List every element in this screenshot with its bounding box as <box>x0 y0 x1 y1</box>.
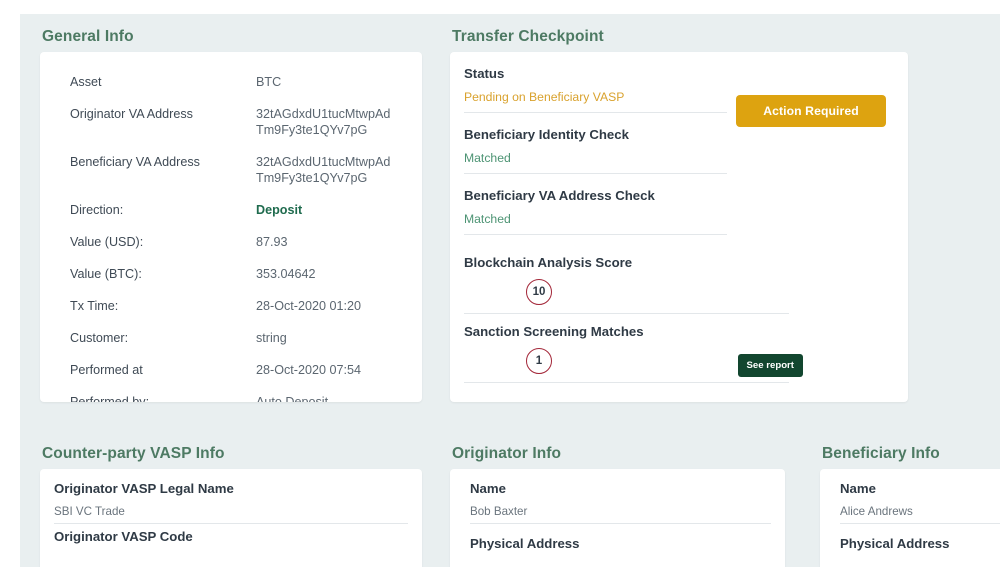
info-value: 28-Oct-2020 01:20 <box>256 298 361 314</box>
counter-party-vasp-info-section: Counter-party VASP Info Originator VASP … <box>40 445 422 567</box>
see-report-button[interactable]: See report <box>738 354 803 377</box>
field-originator-physical-address: Physical Address <box>470 536 771 565</box>
counter-party-vasp-info-title: Counter-party VASP Info <box>42 445 422 463</box>
info-value: 353.04642 <box>256 266 316 282</box>
originator-fields: Name Bob Baxter Physical Address <box>450 469 785 565</box>
info-row-direction: Direction: Deposit <box>70 202 396 218</box>
checkpoint-value: Matched <box>464 212 727 235</box>
info-row-value-usd: Value (USD): 87.93 <box>70 234 396 250</box>
checkpoint-value: Matched <box>464 151 727 174</box>
info-row-beneficiary-va-address: Beneficiary VA Address 32tAGdxdU1tucMtwp… <box>70 154 396 186</box>
checkpoint-beneficiary-va-address: Beneficiary VA Address Check Matched <box>464 188 888 235</box>
general-info-section: General Info Asset BTC Originator VA Add… <box>40 28 422 402</box>
field-label: Physical Address <box>470 536 771 551</box>
originator-info-section: Originator Info Name Bob Baxter Physical… <box>450 445 785 567</box>
beneficiary-info-card: Name Alice Andrews Physical Address <box>820 469 1000 567</box>
spacer <box>464 314 888 324</box>
field-originator-name: Name Bob Baxter <box>470 481 771 524</box>
info-value: string <box>256 330 287 346</box>
info-row-performed-at: Performed at 28-Oct-2020 07:54 <box>70 362 396 378</box>
checkpoint-sanction-screening-matches: Sanction Screening Matches 1 <box>464 324 888 383</box>
info-label: Customer: <box>70 330 256 346</box>
status-value: Pending on Beneficiary VASP <box>464 90 727 113</box>
checkpoint-beneficiary-identity: Beneficiary Identity Check Matched <box>464 127 888 174</box>
general-info-card: Asset BTC Originator VA Address 32tAGdxd… <box>40 52 422 402</box>
info-value: 87.93 <box>256 234 288 250</box>
general-info-rows: Asset BTC Originator VA Address 32tAGdxd… <box>40 52 422 402</box>
info-label: Value (BTC): <box>70 266 256 282</box>
info-label: Direction: <box>70 202 256 218</box>
info-label: Value (USD): <box>70 234 256 250</box>
checkpoint-label: Beneficiary VA Address Check <box>464 188 888 203</box>
field-value[interactable] <box>54 553 408 558</box>
blockchain-analysis-score-badge: 10 <box>526 279 552 305</box>
checkpoint-label: Blockchain Analysis Score <box>464 255 888 270</box>
info-value-direction: Deposit <box>256 202 302 218</box>
action-required-button[interactable]: Action Required <box>736 95 886 127</box>
info-row-value-btc: Value (BTC): 353.04642 <box>70 266 396 282</box>
info-label: Performed at <box>70 362 256 378</box>
field-beneficiary-name: Name Alice Andrews <box>840 481 1000 524</box>
info-value: BTC <box>256 74 281 90</box>
field-beneficiary-physical-address: Physical Address <box>840 536 1000 565</box>
beneficiary-info-section: Beneficiary Info Name Alice Andrews Phys… <box>820 445 1000 567</box>
originator-info-title: Originator Info <box>452 445 785 463</box>
info-label: Beneficiary VA Address <box>70 154 256 170</box>
info-row-asset: Asset BTC <box>70 74 396 90</box>
transfer-checkpoint-card: Status Pending on Beneficiary VASP Benef… <box>450 52 908 402</box>
field-originator-vasp-code: Originator VASP Code <box>54 529 408 558</box>
info-label: Asset <box>70 74 256 90</box>
info-row-originator-va-address: Originator VA Address 32tAGdxdU1tucMtwpA… <box>70 106 396 138</box>
field-value[interactable]: Bob Baxter <box>470 505 771 524</box>
field-originator-vasp-legal-name: Originator VASP Legal Name SBI VC Trade <box>54 481 408 524</box>
spacer <box>464 235 888 255</box>
field-value[interactable] <box>470 560 771 565</box>
field-label: Name <box>470 481 771 496</box>
info-label: Originator VA Address <box>70 106 256 122</box>
checkpoint-value-wrap: 10 <box>464 279 789 314</box>
spacer <box>464 174 888 188</box>
counter-party-fields: Originator VASP Legal Name SBI VC Trade … <box>40 469 422 558</box>
beneficiary-fields: Name Alice Andrews Physical Address <box>820 469 1000 565</box>
checkpoint-label: Status <box>464 66 888 81</box>
checkpoint-label: Beneficiary Identity Check <box>464 127 888 142</box>
field-label: Originator VASP Code <box>54 529 408 544</box>
beneficiary-info-title: Beneficiary Info <box>822 445 1000 463</box>
field-label: Name <box>840 481 1000 496</box>
field-value[interactable] <box>840 560 1000 565</box>
sanction-screening-matches-badge: 1 <box>526 348 552 374</box>
field-value[interactable]: Alice Andrews <box>840 505 1000 524</box>
info-value: Auto Deposit <box>256 394 328 402</box>
transfer-checkpoint-title: Transfer Checkpoint <box>452 28 908 46</box>
transfer-checkpoint-section: Transfer Checkpoint Status Pending on Be… <box>450 28 908 402</box>
field-label: Originator VASP Legal Name <box>54 481 408 496</box>
info-label: Performed by: <box>70 394 256 402</box>
checkpoint-label: Sanction Screening Matches <box>464 324 888 339</box>
info-value: 32tAGdxdU1tucMtwpAdTm9Fy3te1QYv7pG <box>256 106 396 138</box>
originator-info-card: Name Bob Baxter Physical Address <box>450 469 785 567</box>
info-value: 28-Oct-2020 07:54 <box>256 362 361 378</box>
general-info-title: General Info <box>42 28 422 46</box>
field-label: Physical Address <box>840 536 1000 551</box>
info-label: Tx Time: <box>70 298 256 314</box>
counter-party-vasp-info-card: Originator VASP Legal Name SBI VC Trade … <box>40 469 422 567</box>
field-value[interactable]: SBI VC Trade <box>54 505 408 524</box>
info-row-performed-by: Performed by: Auto Deposit <box>70 394 396 402</box>
info-row-tx-time: Tx Time: 28-Oct-2020 01:20 <box>70 298 396 314</box>
info-row-customer: Customer: string <box>70 330 396 346</box>
checkpoint-blockchain-analysis-score: Blockchain Analysis Score 10 <box>464 255 888 314</box>
info-value: 32tAGdxdU1tucMtwpAdTm9Fy3te1QYv7pG <box>256 154 396 186</box>
transaction-detail-page: General Info Asset BTC Originator VA Add… <box>0 0 1000 567</box>
